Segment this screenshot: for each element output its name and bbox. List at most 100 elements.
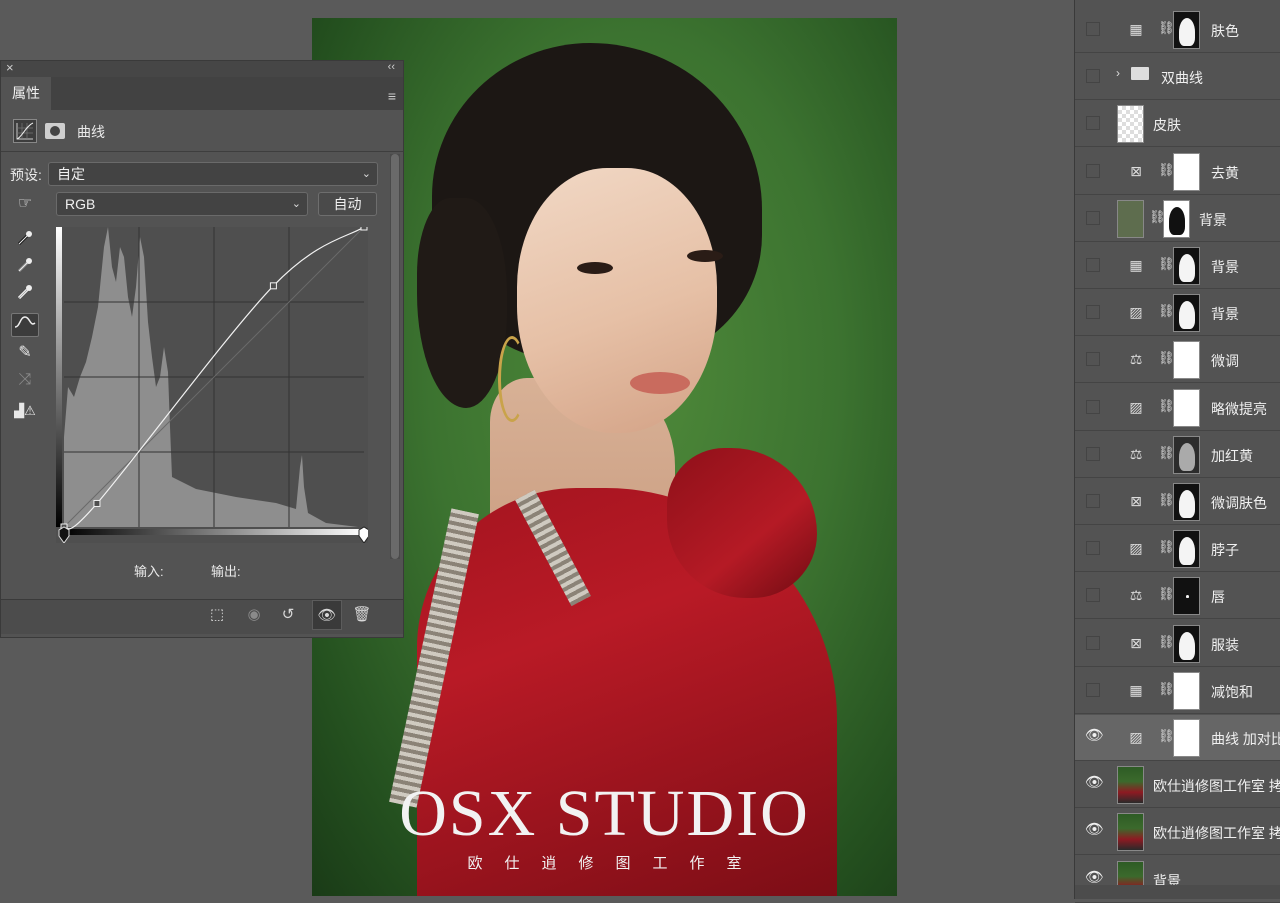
visibility-toggle[interactable] xyxy=(1086,305,1100,320)
layer-row[interactable]: › 双曲线 xyxy=(1075,54,1280,101)
layer-mask-thumbnail[interactable] xyxy=(1173,624,1200,663)
toggle-visibility-icon[interactable]: 👁 xyxy=(312,600,342,630)
sample-midtone-eyedropper-icon[interactable] xyxy=(11,256,39,280)
tab-properties[interactable]: 属性 xyxy=(1,77,51,110)
mask-shape xyxy=(1179,18,1195,46)
visibility-toggle[interactable] xyxy=(1086,446,1100,461)
channel-mixer-icon: ⊠ xyxy=(1130,493,1142,509)
visibility-toggle[interactable] xyxy=(1086,22,1100,36)
eye-icon[interactable]: 👁 xyxy=(1085,820,1104,838)
layer-mask-thumbnail[interactable] xyxy=(1173,388,1200,427)
portrait-face xyxy=(517,168,717,433)
layer-name: 加红黄 xyxy=(1211,447,1253,464)
layer-mask-thumbnail[interactable] xyxy=(1173,294,1200,333)
panel-titlebar[interactable]: × ‹‹ xyxy=(1,60,403,77)
visibility-toggle[interactable] xyxy=(1086,352,1100,367)
layer-row[interactable]: ▦ ⛓ 肤色 xyxy=(1075,7,1280,53)
edit-curve-points-icon[interactable] xyxy=(11,313,39,337)
eye-icon[interactable]: 👁 xyxy=(1085,726,1104,744)
visibility-toggle[interactable] xyxy=(1086,258,1100,272)
brand-title: OSX STUDIO xyxy=(399,777,810,850)
reset-icon[interactable]: ↺ xyxy=(273,600,303,630)
layer-mask-thumbnail[interactable] xyxy=(1173,577,1200,616)
layer-name: 背景 xyxy=(1211,306,1239,323)
layer-name: 背景 xyxy=(1199,211,1227,228)
curves-graph[interactable] xyxy=(56,227,368,543)
layer-row[interactable]: ⊠ ⛓ 微调肤色 xyxy=(1075,479,1280,525)
layer-row[interactable]: 皮肤 xyxy=(1075,101,1280,148)
curve-control-point[interactable] xyxy=(93,499,101,507)
layer-mask-thumbnail[interactable] xyxy=(1173,671,1200,710)
layer-mask-thumbnail[interactable] xyxy=(1173,152,1200,191)
visibility-toggle[interactable] xyxy=(1086,69,1100,84)
visibility-toggle[interactable] xyxy=(1086,541,1100,556)
eye-icon[interactable]: 👁 xyxy=(1085,773,1104,791)
layer-row[interactable]: 👁 欧仕逍修图工作室 拷 xyxy=(1075,809,1280,856)
visibility-toggle[interactable] xyxy=(1086,210,1100,225)
layer-mask-thumbnail[interactable] xyxy=(1173,11,1200,49)
layer-row[interactable]: ▨ ⛓ 略微提亮 xyxy=(1075,385,1280,431)
layer-mask-thumbnail[interactable] xyxy=(1163,199,1190,238)
visibility-toggle[interactable] xyxy=(1086,116,1100,131)
clip-to-layer-icon[interactable]: ⬚ xyxy=(202,600,232,630)
visibility-toggle[interactable] xyxy=(1086,494,1100,508)
layer-row[interactable]: ▨ ⛓ 背景 xyxy=(1075,290,1280,337)
sample-shadow-eyedropper-icon[interactable] xyxy=(11,229,39,253)
gradient-map-icon: ▦ xyxy=(1129,21,1143,37)
layer-row[interactable]: 👁 欧仕逍修图工作室 拷 xyxy=(1075,762,1280,809)
channel-mixer-icon: ⊠ xyxy=(1130,162,1142,179)
input-label: 输入: xyxy=(134,564,164,579)
layer-row[interactable]: ▦ ⛓ 背景 xyxy=(1075,243,1280,289)
layer-row[interactable]: ⚖ ⛓ 微调 xyxy=(1075,337,1280,384)
preset-value: 自定 xyxy=(57,166,85,182)
layer-mask-thumbnail[interactable] xyxy=(1173,341,1200,380)
preset-select[interactable]: 自定 ⌄ xyxy=(48,162,378,186)
on-image-adjust-hand-icon[interactable]: ☞ xyxy=(11,192,39,216)
collapse-panel-icon[interactable]: ‹‹ xyxy=(388,61,395,73)
visibility-toggle[interactable] xyxy=(1086,399,1100,414)
portrait-earring xyxy=(498,336,526,422)
layer-row[interactable]: ▦ ⛓ 减饱和 xyxy=(1075,668,1280,714)
folder-icon xyxy=(1131,67,1149,81)
layer-row[interactable]: ▨ ⛓ 脖子 xyxy=(1075,526,1280,573)
curves-adjustment-icon[interactable] xyxy=(13,119,37,143)
visibility-toggle[interactable] xyxy=(1086,588,1100,603)
layer-row[interactable]: ⚖ ⛓ 唇 xyxy=(1075,573,1280,620)
layer-mask-thumbnail[interactable] xyxy=(1173,530,1200,569)
color-balance-icon: ⚖ xyxy=(1129,351,1143,368)
layer-row[interactable]: 👁 ▨ ⛓ 曲线 加对比 xyxy=(1075,715,1280,761)
layer-row[interactable]: ⊠ ⛓ 去黄 xyxy=(1075,149,1280,195)
visibility-toggle[interactable] xyxy=(1086,682,1100,697)
curves-icon: ▨ xyxy=(1129,304,1143,321)
layer-mask-icon[interactable] xyxy=(45,123,65,139)
close-icon[interactable]: × xyxy=(6,60,14,75)
channel-select[interactable]: RGB ⌄ xyxy=(56,192,308,216)
layer-thumbnail xyxy=(1117,813,1144,852)
layer-name: 皮肤 xyxy=(1153,117,1181,134)
view-previous-state-icon[interactable]: ◉ xyxy=(239,600,269,630)
layer-mask-thumbnail[interactable] xyxy=(1173,483,1200,521)
delete-icon[interactable]: 🗑 xyxy=(347,600,377,630)
curve-control-point[interactable] xyxy=(360,227,368,231)
scrollbar-thumb[interactable] xyxy=(391,154,399,559)
visibility-toggle[interactable] xyxy=(1086,163,1100,178)
panel-menu-icon[interactable]: ≡ xyxy=(388,88,396,104)
layer-row[interactable]: ⛓ 背景 xyxy=(1075,196,1280,242)
layer-row[interactable]: ⊠ ⛓ 服装 xyxy=(1075,621,1280,667)
layer-mask-thumbnail[interactable] xyxy=(1173,435,1200,474)
input-gradient-bar xyxy=(64,529,364,535)
clipping-warning-icon[interactable]: ▟⚠ xyxy=(11,399,39,423)
layer-name: 肤色 xyxy=(1211,23,1239,39)
chevron-right-icon[interactable]: › xyxy=(1116,66,1120,80)
smooth-curve-icon[interactable]: ⤨ xyxy=(11,368,39,392)
auto-button[interactable]: 自动 xyxy=(318,192,377,216)
visibility-toggle[interactable] xyxy=(1086,635,1100,650)
layer-mask-thumbnail[interactable] xyxy=(1173,719,1200,757)
curve-control-point[interactable] xyxy=(269,282,277,290)
sample-highlight-eyedropper-icon[interactable] xyxy=(11,283,39,307)
panel-scrollbar[interactable] xyxy=(390,154,400,559)
draw-curve-pencil-icon[interactable]: ✎ xyxy=(11,341,39,365)
layer-row[interactable]: ⚖ ⛓ 加红黄 xyxy=(1075,432,1280,478)
eye-icon[interactable]: 👁 xyxy=(1085,868,1104,886)
layer-mask-thumbnail[interactable] xyxy=(1173,247,1200,285)
